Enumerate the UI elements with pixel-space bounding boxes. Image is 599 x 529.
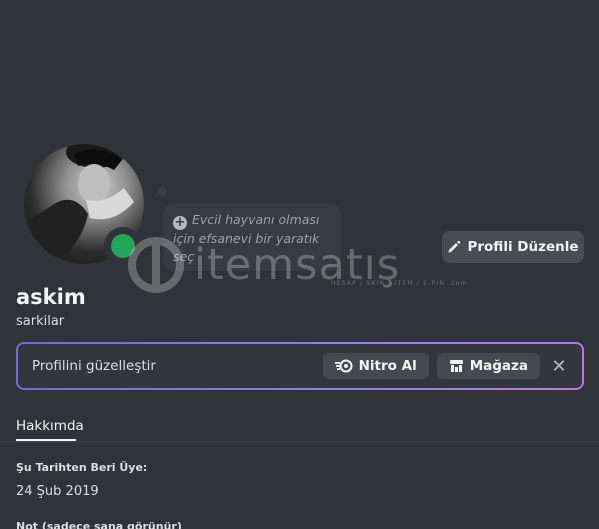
nitro-upsell-inner: Profilini güzelleştir Nitro Al Mağaza ✕ (18, 344, 582, 388)
tab-about[interactable]: Hakkımda (16, 418, 84, 434)
tab-divider (0, 441, 599, 442)
pet-suggestion-bubble[interactable]: + Evcil hayvanı olması için efsanevi bir … (163, 203, 341, 271)
edit-profile-label: Profili Düzenle (467, 239, 579, 255)
close-icon[interactable]: ✕ (550, 356, 568, 377)
shop-label: Mağaza (469, 358, 528, 374)
online-status-icon (111, 234, 135, 258)
plus-circle-icon: + (173, 215, 187, 230)
username: askim (16, 285, 86, 309)
edit-profile-button[interactable]: Profili Düzenle (442, 231, 584, 263)
pencil-icon (448, 240, 461, 253)
thought-bubble-dot (158, 187, 167, 196)
shop-icon (449, 360, 463, 372)
profile-tagline: sarkilar (16, 314, 65, 329)
nitro-icon (334, 359, 353, 373)
status-indicator (104, 227, 142, 265)
member-since-label: Şu Tarihten Beri Üye: (16, 461, 148, 474)
note-label: Not (sadece sana görünür) (16, 520, 182, 529)
nitro-upsell-banner: Profilini güzelleştir Nitro Al Mağaza ✕ (16, 342, 584, 390)
get-nitro-button[interactable]: Nitro Al (322, 353, 429, 379)
shop-button[interactable]: Mağaza (436, 353, 540, 379)
watermark-sub-text: HESAP / SKIN / ITEM / E-PIN (331, 280, 446, 287)
nitro-upsell-text: Profilini güzelleştir (32, 358, 156, 374)
watermark-suffix: .com (448, 280, 468, 287)
watermark-sub: HESAP / SKIN / ITEM / E-PIN .com (331, 280, 468, 287)
member-since-value: 24 Şub 2019 (16, 484, 99, 499)
get-nitro-label: Nitro Al (358, 358, 417, 374)
pet-suggestion-text: Evcil hayvanı olması için efsanevi bir y… (173, 212, 320, 264)
